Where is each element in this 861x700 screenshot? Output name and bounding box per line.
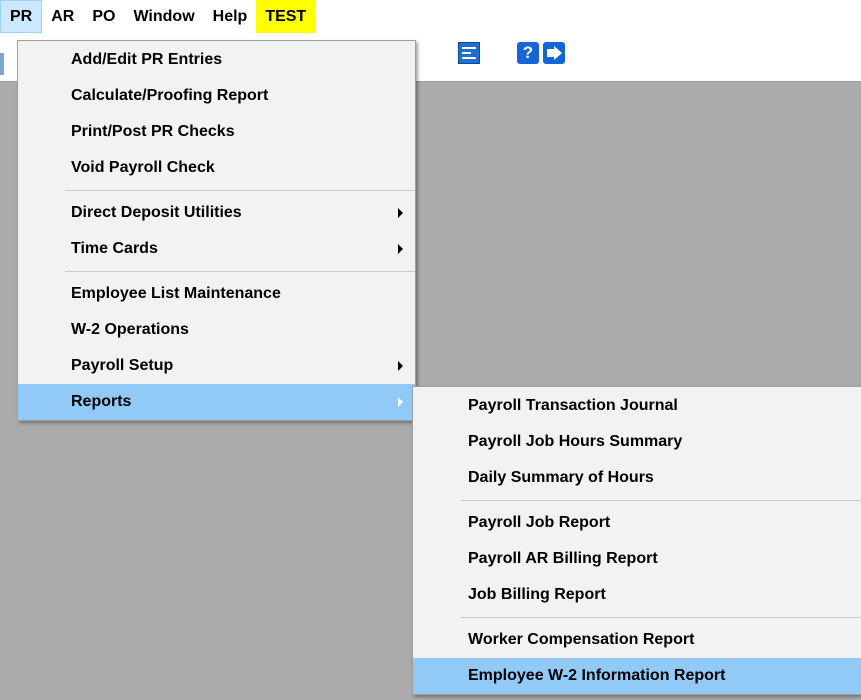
menu-item-payroll-setup[interactable]: Payroll Setup xyxy=(18,348,415,384)
menu-item-employee-list-maintenance[interactable]: Employee List Maintenance xyxy=(18,276,415,312)
menu-item-reports[interactable]: Reports xyxy=(18,384,415,420)
menu-item-daily-summary-of-hours[interactable]: Daily Summary of Hours xyxy=(413,460,861,496)
submenu-arrow-icon xyxy=(398,361,403,371)
menu-item-worker-compensation-report[interactable]: Worker Compensation Report xyxy=(413,622,861,658)
menu-separator xyxy=(413,496,861,505)
menu-help[interactable]: Help xyxy=(204,0,257,33)
menu-pr[interactable]: PR xyxy=(0,0,43,33)
list-icon[interactable] xyxy=(458,42,480,64)
menu-item-employee-w2-information-report[interactable]: Employee W-2 Information Report xyxy=(413,658,861,694)
menu-item-void-payroll-check[interactable]: Void Payroll Check xyxy=(18,150,415,186)
menu-separator xyxy=(18,267,415,276)
menu-ar[interactable]: AR xyxy=(42,0,83,33)
menu-item-label: Reports xyxy=(71,393,132,410)
menu-item-job-billing-report[interactable]: Job Billing Report xyxy=(413,577,861,613)
menu-window[interactable]: Window xyxy=(124,0,203,33)
menu-po[interactable]: PO xyxy=(83,0,124,33)
menu-item-print-post-pr-checks[interactable]: Print/Post PR Checks xyxy=(18,114,415,150)
menu-item-w2-operations[interactable]: W-2 Operations xyxy=(18,312,415,348)
exit-icon[interactable] xyxy=(543,42,565,64)
menu-item-label: Payroll Setup xyxy=(71,357,174,374)
menu-item-direct-deposit-utilities[interactable]: Direct Deposit Utilities xyxy=(18,195,415,231)
menu-item-add-edit-pr-entries[interactable]: Add/Edit PR Entries xyxy=(18,42,415,78)
menu-separator xyxy=(18,186,415,195)
pr-menu: Add/Edit PR Entries Calculate/Proofing R… xyxy=(17,40,416,421)
menu-item-label: Direct Deposit Utilities xyxy=(71,204,242,221)
menu-item-calculate-proofing-report[interactable]: Calculate/Proofing Report xyxy=(18,78,415,114)
submenu-arrow-icon xyxy=(398,208,403,218)
menu-separator xyxy=(413,613,861,622)
menu-item-payroll-job-hours-summary[interactable]: Payroll Job Hours Summary xyxy=(413,424,861,460)
menu-item-payroll-transaction-journal[interactable]: Payroll Transaction Journal xyxy=(413,388,861,424)
reports-submenu: Payroll Transaction Journal Payroll Job … xyxy=(412,386,861,695)
toolbar-edge xyxy=(0,53,4,75)
submenu-arrow-icon xyxy=(398,244,403,254)
menu-test[interactable]: TEST xyxy=(256,0,316,33)
help-icon[interactable]: ? xyxy=(517,42,539,64)
menu-item-time-cards[interactable]: Time Cards xyxy=(18,231,415,267)
menu-item-label: Time Cards xyxy=(71,240,158,257)
menu-item-payroll-ar-billing-report[interactable]: Payroll AR Billing Report xyxy=(413,541,861,577)
menu-bar: PR AR PO Window Help TEST xyxy=(0,0,861,33)
submenu-arrow-icon xyxy=(398,397,403,407)
menu-item-payroll-job-report[interactable]: Payroll Job Report xyxy=(413,505,861,541)
